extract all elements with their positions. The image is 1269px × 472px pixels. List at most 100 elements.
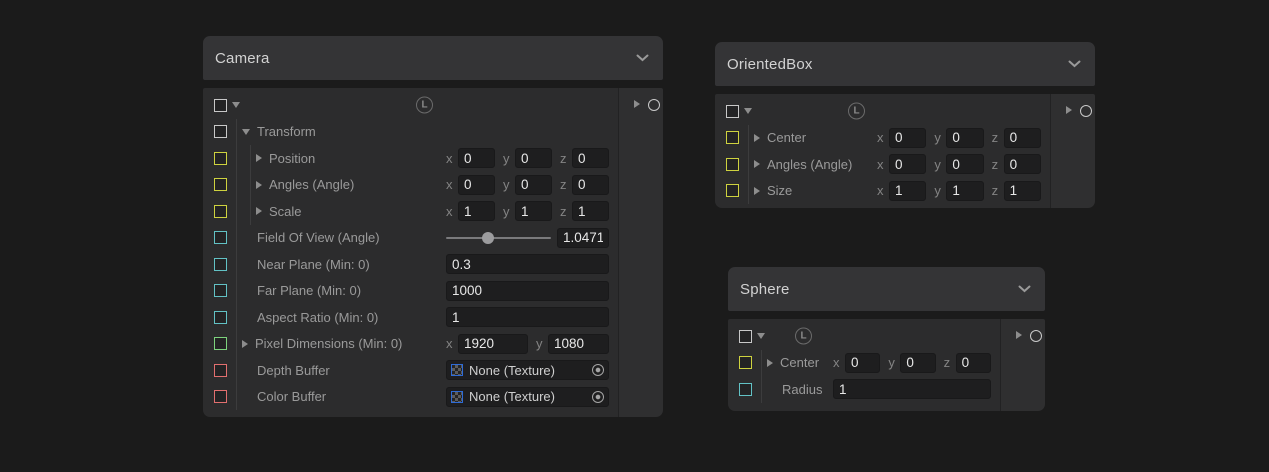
angles-z-input[interactable] xyxy=(1004,154,1041,174)
center-x-input[interactable] xyxy=(889,128,926,148)
fov-slider[interactable] xyxy=(446,231,551,245)
node-orientedbox: OrientedBox L Center x y xyxy=(715,42,1095,208)
port-center[interactable] xyxy=(739,356,752,369)
indent-guide-line xyxy=(236,304,237,331)
port-center[interactable] xyxy=(726,131,739,144)
angles-x-input[interactable] xyxy=(458,175,495,195)
depth-buffer-texture-field[interactable]: None (Texture) xyxy=(446,360,609,380)
node-camera-body: L Transform Position x y xyxy=(203,88,618,417)
near-plane-input[interactable] xyxy=(446,254,609,274)
angles-y-input[interactable] xyxy=(946,154,983,174)
radius-input[interactable] xyxy=(833,379,991,399)
scale-y-input[interactable] xyxy=(515,201,552,221)
row-label: Center xyxy=(780,355,819,370)
angles-x-input[interactable] xyxy=(889,154,926,174)
size-z-input[interactable] xyxy=(1004,181,1041,201)
texture-value: None (Texture) xyxy=(469,363,555,378)
row-field-of-view: Field Of View (Angle) xyxy=(203,225,618,252)
port-angles[interactable] xyxy=(214,178,227,191)
indent-guide-line xyxy=(761,350,762,377)
axis-z-label: z xyxy=(560,204,569,219)
object-picker-icon[interactable] xyxy=(592,391,604,403)
expand-arrow-icon[interactable] xyxy=(256,181,262,189)
input-port[interactable] xyxy=(214,99,227,112)
node-title: OrientedBox xyxy=(727,56,813,73)
pixel-height-input[interactable] xyxy=(548,334,609,354)
port-color-buffer[interactable] xyxy=(214,390,227,403)
scale-z-input[interactable] xyxy=(572,201,609,221)
center-x-input[interactable] xyxy=(845,353,880,373)
input-port[interactable] xyxy=(726,105,739,118)
expand-arrow-icon[interactable] xyxy=(754,160,760,168)
position-y-input[interactable] xyxy=(515,148,552,168)
expand-arrow-icon[interactable] xyxy=(754,187,760,195)
axis-x-label: x xyxy=(446,204,455,219)
port-size[interactable] xyxy=(726,184,739,197)
node-camera-header[interactable]: Camera xyxy=(203,36,663,80)
port-far-plane[interactable] xyxy=(214,284,227,297)
pixel-width-input[interactable] xyxy=(458,334,528,354)
node-sphere-header[interactable]: Sphere xyxy=(728,267,1045,311)
port-near-plane[interactable] xyxy=(214,258,227,271)
slider-track xyxy=(446,237,551,239)
row-transform: Transform xyxy=(203,119,618,146)
output-port[interactable] xyxy=(1030,330,1042,342)
far-plane-input[interactable] xyxy=(446,281,609,301)
object-picker-icon[interactable] xyxy=(592,364,604,376)
angles-y-input[interactable] xyxy=(515,175,552,195)
aspect-ratio-input[interactable] xyxy=(446,307,609,327)
row-pixel-dimensions: Pixel Dimensions (Min: 0) x y xyxy=(203,331,618,358)
collapse-arrow-icon[interactable] xyxy=(757,333,765,339)
port-angles[interactable] xyxy=(726,158,739,171)
position-x-input[interactable] xyxy=(458,148,495,168)
collapse-arrow-icon[interactable] xyxy=(242,129,250,135)
collapse-arrow-icon[interactable] xyxy=(744,108,752,114)
position-z-input[interactable] xyxy=(572,148,609,168)
row-center: Center x y z xyxy=(715,125,1050,152)
output-port[interactable] xyxy=(648,99,660,111)
node-io-row: L xyxy=(728,323,1000,350)
expand-arrow-icon[interactable] xyxy=(256,154,262,162)
size-y-input[interactable] xyxy=(946,181,983,201)
collapse-arrow-icon[interactable] xyxy=(232,102,240,108)
input-port[interactable] xyxy=(739,330,752,343)
axis-z-label: z xyxy=(992,183,1001,198)
port-depth-buffer[interactable] xyxy=(214,364,227,377)
color-buffer-texture-field[interactable]: None (Texture) xyxy=(446,387,609,407)
chevron-down-icon[interactable] xyxy=(1068,60,1081,68)
port-position[interactable] xyxy=(214,152,227,165)
scale-x-input[interactable] xyxy=(458,201,495,221)
center-y-input[interactable] xyxy=(900,353,935,373)
port-transform[interactable] xyxy=(214,125,227,138)
center-z-input[interactable] xyxy=(1004,128,1041,148)
center-y-input[interactable] xyxy=(946,128,983,148)
port-field-of-view[interactable] xyxy=(214,231,227,244)
chevron-down-icon[interactable] xyxy=(636,54,649,62)
expand-arrow-icon[interactable] xyxy=(767,359,773,367)
fov-value-input[interactable] xyxy=(557,228,609,248)
l-badge-icon: L xyxy=(416,97,433,114)
row-label: Aspect Ratio (Min: 0) xyxy=(257,310,378,325)
output-flow-icon xyxy=(634,100,640,108)
indent-guide-line xyxy=(236,145,237,172)
size-x-input[interactable] xyxy=(889,181,926,201)
row-label: Transform xyxy=(257,124,316,139)
row-size: Size x y z xyxy=(715,178,1050,205)
port-scale[interactable] xyxy=(214,205,227,218)
expand-arrow-icon[interactable] xyxy=(754,134,760,142)
axis-x-label: x xyxy=(877,183,886,198)
port-pixel-dimensions[interactable] xyxy=(214,337,227,350)
center-z-input[interactable] xyxy=(956,353,991,373)
expand-arrow-icon[interactable] xyxy=(242,340,248,348)
expand-arrow-icon[interactable] xyxy=(256,207,262,215)
row-far-plane: Far Plane (Min: 0) xyxy=(203,278,618,305)
chevron-down-icon[interactable] xyxy=(1018,285,1031,293)
port-radius[interactable] xyxy=(739,383,752,396)
axis-y-label: y xyxy=(503,177,512,192)
port-aspect-ratio[interactable] xyxy=(214,311,227,324)
node-orientedbox-header[interactable]: OrientedBox xyxy=(715,42,1095,86)
output-port[interactable] xyxy=(1080,105,1092,117)
angles-z-input[interactable] xyxy=(572,175,609,195)
slider-thumb[interactable] xyxy=(482,232,494,244)
indent-guide-line xyxy=(236,172,237,199)
